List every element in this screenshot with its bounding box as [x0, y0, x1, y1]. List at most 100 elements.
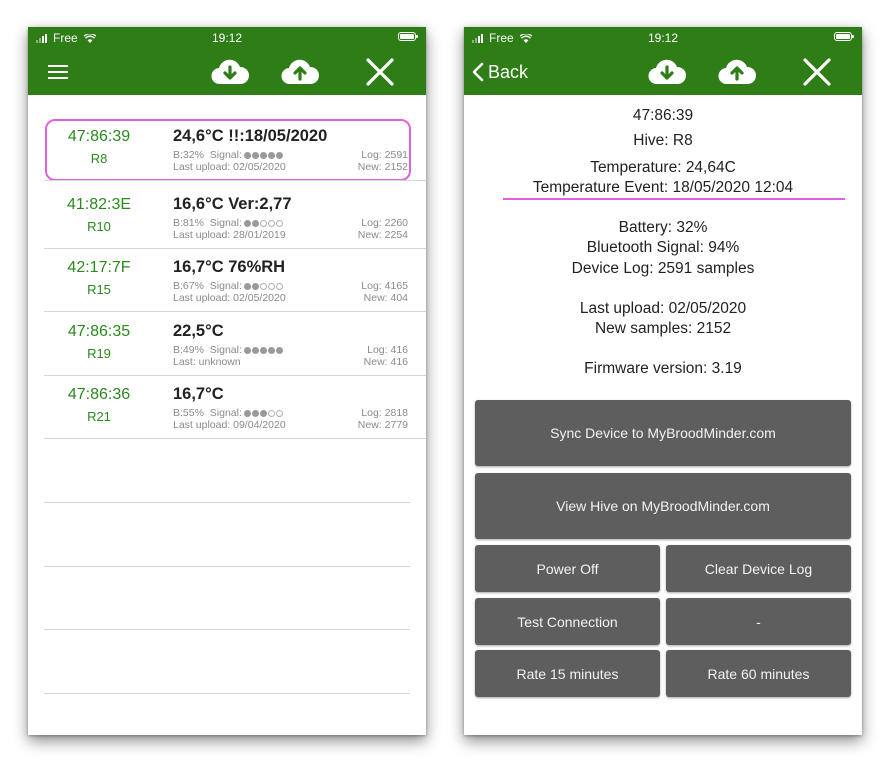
battery-level: B:55% [173, 407, 204, 419]
battery-icon [834, 32, 854, 41]
clear-device-log-button[interactable]: Clear Device Log [666, 545, 851, 592]
log-count: Log: 2260 [361, 217, 408, 229]
bluetooth-signal: Bluetooth Signal: 94% [586, 239, 740, 256]
view-hive-button[interactable]: View Hive on MyBroodMinder.com [475, 473, 851, 539]
last-upload: Last upload: 02/05/2020 [579, 300, 747, 317]
list-separator [44, 629, 410, 630]
signal-dot [251, 282, 259, 290]
phone-screen-device-detail: Free 19:12 Back 47:86:39 Hive: R8 Temper… [464, 27, 862, 735]
status-bar: Free 19:12 [464, 27, 862, 49]
signal-dot [267, 282, 275, 290]
list-separator [44, 502, 410, 503]
signal-dot [259, 409, 267, 417]
close-button[interactable] [364, 49, 396, 95]
new-count: New: 2779 [357, 419, 408, 431]
signal-dot [251, 409, 259, 417]
signal-dot [275, 219, 283, 227]
signal-label: Signal: [209, 217, 242, 229]
last-upload: Last upload: 09/04/2020 [173, 419, 286, 431]
device-battery-signal: B:32% Signal: [173, 149, 283, 161]
signal-dot [259, 346, 267, 354]
battery-level: B:49% [173, 344, 204, 356]
download-button[interactable] [208, 49, 252, 95]
event-underline [503, 198, 845, 200]
signal-dots [243, 409, 283, 417]
device-reading: 16,6°C Ver:2,77 [173, 195, 292, 213]
device-reading: 16,7°C 76%RH [173, 258, 286, 276]
battery-icon [398, 32, 418, 41]
status-time: 19:12 [211, 31, 243, 45]
device-id: 47:86:36 [67, 386, 131, 403]
hive-name: R19 [87, 346, 111, 361]
last-upload: Last: unknown [173, 356, 241, 368]
signal-label: Signal: [209, 280, 242, 292]
empty-action-button[interactable]: - [666, 598, 851, 645]
device-id: 47:86:39 [632, 107, 694, 124]
log-count: Log: 4165 [361, 280, 408, 292]
new-count: New: 404 [363, 292, 408, 304]
new-count: New: 2254 [357, 229, 408, 241]
upload-button[interactable] [715, 49, 759, 95]
device-row[interactable]: 41:82:3E R10 16,6°C Ver:2,77 B:81% Signa… [44, 186, 426, 249]
signal-dot [259, 151, 267, 159]
new-count: New: 2152 [357, 161, 408, 173]
power-off-button[interactable]: Power Off [475, 545, 660, 592]
device-row[interactable]: 47:86:36 R21 16,7°C B:55% Signal: Last u… [44, 376, 426, 439]
nav-bar [28, 49, 426, 95]
nav-bar: Back [464, 49, 862, 95]
signal-dots [243, 151, 283, 159]
signal-label: Signal: [209, 149, 242, 161]
cloud-download-icon [648, 59, 687, 85]
menu-button[interactable] [46, 49, 70, 95]
rate-15-minutes-button[interactable]: Rate 15 minutes [475, 650, 660, 697]
menu-icon [48, 65, 68, 79]
hive-name: R21 [87, 409, 111, 424]
device-id: 47:86:39 [67, 128, 131, 145]
rate-60-minutes-button[interactable]: Rate 60 minutes [666, 650, 851, 697]
device-battery-signal: B:81% Signal: [173, 217, 283, 229]
signal-dot [259, 282, 267, 290]
device-row[interactable]: 47:86:35 R19 22,5°C B:49% Signal: Last: … [44, 313, 426, 376]
back-label: Back [488, 61, 529, 82]
sync-device-button[interactable]: Sync Device to MyBroodMinder.com [475, 400, 851, 466]
download-button[interactable] [645, 49, 689, 95]
cloud-download-icon [211, 59, 250, 85]
phone-screen-device-list: Free 19:12 47:86:39 R8 24,6°C !!:18/05/2… [28, 27, 426, 735]
status-time: 19:12 [647, 31, 679, 45]
signal-dot [275, 346, 283, 354]
close-icon [803, 58, 831, 86]
battery-level: B:81% [173, 217, 204, 229]
device-row[interactable]: 47:86:39 R8 24,6°C !!:18/05/2020 B:32% S… [44, 118, 426, 181]
back-button[interactable]: Back [472, 49, 528, 95]
temperature-event: Temperature Event: 18/05/2020 12:04 [532, 179, 794, 196]
test-connection-button[interactable]: Test Connection [475, 598, 660, 645]
upload-button[interactable] [278, 49, 322, 95]
chevron-left-icon [472, 62, 484, 82]
signal-dot [243, 409, 251, 417]
signal-dot [243, 151, 251, 159]
device-row[interactable]: 42:17:7F R15 16,7°C 76%RH B:67% Signal: … [44, 249, 426, 312]
device-battery-signal: B:67% Signal: [173, 280, 283, 292]
signal-dot [259, 219, 267, 227]
device-log: Device Log: 2591 samples [571, 260, 755, 277]
hive-name: Hive: R8 [633, 132, 693, 149]
last-upload: Last upload: 02/05/2020 [173, 292, 286, 304]
hive-name: R8 [90, 151, 108, 166]
device-id: 47:86:35 [67, 323, 131, 340]
last-upload: Last upload: 28/01/2019 [173, 229, 286, 241]
device-reading: 16,7°C [173, 385, 224, 403]
log-count: Log: 2818 [361, 407, 408, 419]
battery-level: B:67% [173, 280, 204, 292]
last-upload: Last upload: 02/05/2020 [173, 161, 286, 173]
hive-name: R10 [87, 219, 111, 234]
device-reading: 22,5°C [173, 322, 224, 340]
signal-dot [267, 346, 275, 354]
close-button[interactable] [801, 49, 833, 95]
signal-dot [275, 151, 283, 159]
temperature: Temperature: 24,64C [590, 159, 736, 176]
signal-dot [267, 151, 275, 159]
new-count: New: 416 [363, 356, 408, 368]
signal-dot [243, 219, 251, 227]
signal-dot [275, 409, 283, 417]
signal-dots [243, 219, 283, 227]
